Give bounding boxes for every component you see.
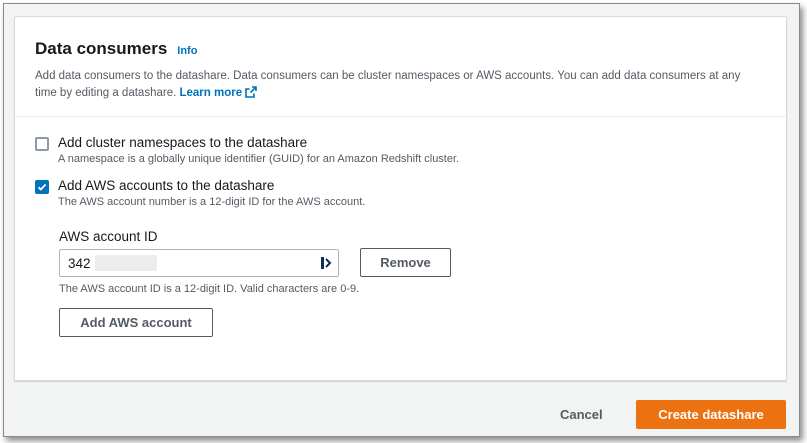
cluster-namespaces-description: A namespace is a globally unique identif…	[58, 153, 460, 165]
add-aws-account-button[interactable]: Add AWS account	[59, 308, 213, 337]
info-link[interactable]: Info	[177, 45, 197, 57]
aws-account-id-input[interactable]: 342	[59, 249, 339, 277]
data-consumers-panel: Data consumers Info Add data consumers t…	[14, 16, 787, 381]
option-cluster-namespaces[interactable]: Add cluster namespaces to the datashare …	[35, 135, 459, 165]
learn-more-link[interactable]: Learn more	[179, 86, 257, 99]
aws-account-id-value: 342	[68, 255, 91, 271]
aws-accounts-checkbox[interactable]	[35, 180, 49, 194]
aws-account-id-label: AWS account ID	[59, 229, 158, 244]
password-manager-icon[interactable]	[320, 256, 332, 270]
aws-accounts-label: Add AWS accounts to the datashare	[58, 178, 275, 193]
redacted-digits	[94, 255, 157, 271]
learn-more-label: Learn more	[179, 87, 243, 99]
panel-title: Data consumers	[35, 39, 168, 58]
screenshot-frame: Data consumers Info Add data consumers t…	[3, 3, 800, 437]
create-datashare-button[interactable]: Create datashare	[636, 400, 786, 429]
remove-button[interactable]: Remove	[360, 248, 451, 277]
aws-accounts-description: The AWS account number is a 12-digit ID …	[58, 196, 366, 208]
description-text: Add data consumers to the datashare. Dat…	[35, 70, 741, 99]
cluster-namespaces-label: Add cluster namespaces to the datashare	[58, 135, 308, 150]
external-link-icon	[245, 86, 257, 98]
panel-header: Data consumers Info Add data consumers t…	[15, 17, 786, 117]
option-aws-accounts[interactable]: Add AWS accounts to the datashare The AW…	[35, 178, 365, 208]
panel-description: Add data consumers to the datashare. Dat…	[35, 68, 755, 102]
aws-account-id-hint: The AWS account ID is a 12-digit ID. Val…	[59, 283, 360, 295]
cluster-namespaces-checkbox[interactable]	[35, 137, 49, 151]
cancel-button[interactable]: Cancel	[560, 407, 603, 422]
checkmark-icon	[37, 183, 47, 191]
